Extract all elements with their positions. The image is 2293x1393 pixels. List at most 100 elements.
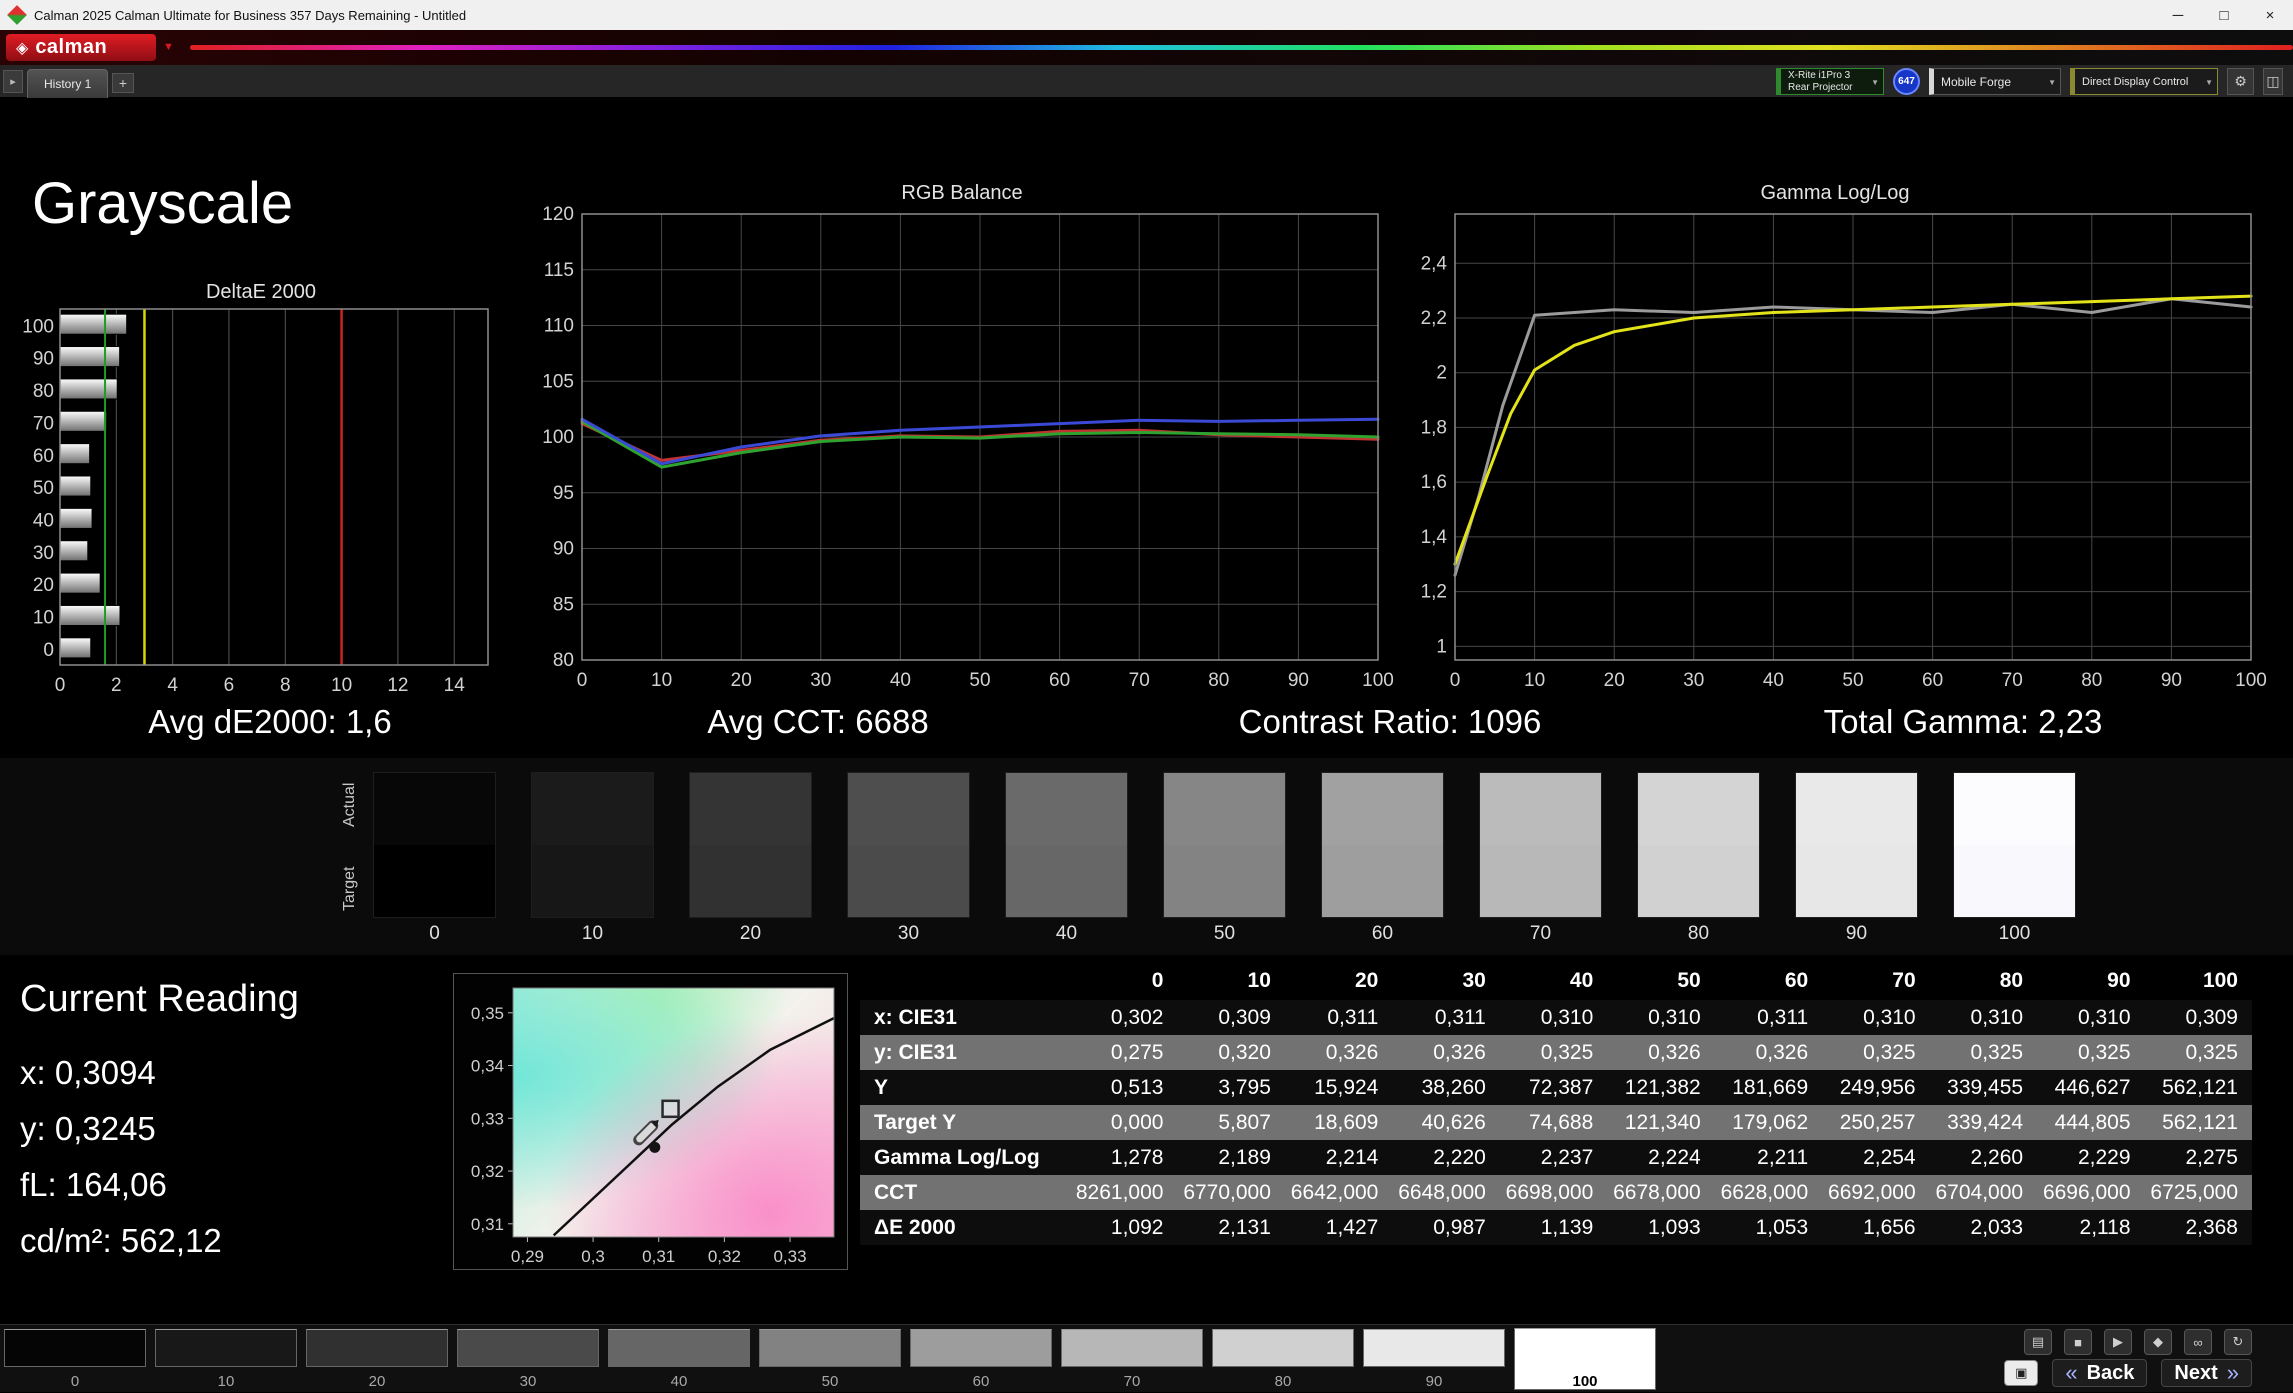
table-cell: 74,688	[1500, 1105, 1607, 1140]
reading-cd: cd/m²: 562,12	[20, 1213, 299, 1269]
svg-text:30: 30	[810, 670, 831, 691]
source-select[interactable]: Mobile Forge ▼	[1929, 68, 2061, 95]
current-reading-panel: Current Reading x: 0,3094 y: 0,3245 fL: …	[20, 978, 299, 1269]
level-patch-10[interactable]: 10	[155, 1325, 297, 1393]
table-cell: 0,326	[1607, 1035, 1714, 1070]
svg-text:50: 50	[33, 478, 54, 499]
svg-text:70: 70	[1129, 670, 1150, 691]
patch-label: 60	[910, 1373, 1052, 1390]
table-cell: 0,326	[1285, 1035, 1392, 1070]
table-row: CCT8261,0006770,0006642,0006648,0006698,…	[860, 1175, 2252, 1210]
logo-menu-chevron-icon[interactable]: ▼	[163, 41, 174, 53]
table-cell: 6628,000	[1715, 1175, 1822, 1210]
svg-text:1,8: 1,8	[1421, 417, 1447, 438]
measure-button[interactable]: ◆	[2144, 1329, 2172, 1355]
panel-toggle-button[interactable]: ◫	[2263, 68, 2283, 95]
level-patch-50[interactable]: 50	[759, 1325, 901, 1393]
minimize-button[interactable]: ─	[2155, 0, 2201, 30]
display-control-select[interactable]: Direct Display Control ▼	[2070, 68, 2218, 95]
maximize-button[interactable]: □	[2201, 0, 2247, 30]
settings-gear-button[interactable]: ⚙	[2227, 68, 2254, 95]
level-patch-70[interactable]: 70	[1061, 1325, 1203, 1393]
table-col-header: 50	[1607, 962, 1714, 1000]
swatch-label: 60	[1322, 923, 1443, 945]
next-button[interactable]: Next »	[2161, 1359, 2252, 1387]
svg-text:1,6: 1,6	[1421, 472, 1447, 493]
history-pane-toggle-button[interactable]: ▸	[3, 70, 23, 93]
table-cell: 15,924	[1285, 1070, 1392, 1105]
patch-label: 80	[1212, 1373, 1354, 1390]
grayscale-swatch-20: 20	[689, 772, 812, 918]
nav-controls: ▣ « Back Next »	[2004, 1359, 2252, 1387]
table-row-label: Target Y	[860, 1105, 1070, 1140]
level-patch-80[interactable]: 80	[1212, 1325, 1354, 1393]
table-cell: 5,807	[1177, 1105, 1284, 1140]
svg-text:80: 80	[33, 381, 54, 402]
level-patch-0[interactable]: 0	[4, 1325, 146, 1393]
swatch-label: 90	[1796, 923, 1917, 945]
patch-label: 70	[1061, 1373, 1203, 1390]
window-title: Calman 2025 Calman Ultimate for Business…	[34, 8, 466, 23]
pattern-window-button[interactable]: ▣	[2004, 1360, 2038, 1386]
table-row-label: x: CIE31	[860, 1000, 1070, 1035]
table-corner-cell	[860, 962, 1070, 1000]
level-patch-30[interactable]: 30	[457, 1325, 599, 1393]
svg-text:120: 120	[542, 204, 574, 225]
level-patch-40[interactable]: 40	[608, 1325, 750, 1393]
deltae-chart-panel: DeltaE 2000 0246810121410090807060504030…	[20, 281, 502, 701]
play-button[interactable]: ▶	[2104, 1329, 2132, 1355]
next-icon: »	[2227, 1360, 2239, 1386]
svg-text:40: 40	[33, 510, 54, 531]
display-button[interactable]: ▤	[2024, 1329, 2052, 1355]
level-patch-100[interactable]: 100	[1514, 1325, 1656, 1393]
refresh-button[interactable]: ↻	[2224, 1329, 2252, 1355]
svg-text:90: 90	[2161, 670, 2182, 691]
meter-select[interactable]: X-Rite i1Pro 3 Rear Projector ▼	[1776, 68, 1884, 95]
back-button[interactable]: « Back	[2052, 1359, 2147, 1387]
continuous-measure-button[interactable]: ∞	[2184, 1329, 2212, 1355]
patch-color	[155, 1329, 297, 1367]
stop-button[interactable]: ■	[2064, 1329, 2092, 1355]
swatch-target-half	[1480, 845, 1601, 917]
table-col-header: 60	[1715, 962, 1822, 1000]
rgb-balance-chart-panel: RGB Balance 0102030405060708090100808590…	[530, 182, 1394, 696]
meter-count-badge[interactable]: 647	[1893, 68, 1920, 95]
svg-text:10: 10	[651, 670, 672, 691]
table-cell: 6642,000	[1285, 1175, 1392, 1210]
patch-label: 90	[1363, 1373, 1505, 1390]
swatch-target-half	[374, 845, 495, 917]
level-patch-90[interactable]: 90	[1363, 1325, 1505, 1393]
table-cell: 0,302	[1070, 1000, 1177, 1035]
tab-history-1[interactable]: History 1	[27, 69, 108, 98]
calman-logo[interactable]: ◈ calman	[6, 34, 156, 61]
page-title: Grayscale	[32, 170, 293, 237]
table-cell: 0,325	[1822, 1035, 1929, 1070]
level-patch-20[interactable]: 20	[306, 1325, 448, 1393]
svg-text:100: 100	[542, 427, 574, 448]
table-cell: 0,275	[1070, 1035, 1177, 1070]
svg-text:4: 4	[167, 675, 178, 696]
toolbar: ▸ History 1 + X-Rite i1Pro 3 Rear Projec…	[0, 65, 2293, 98]
swatch-target-half	[690, 845, 811, 917]
svg-text:85: 85	[553, 594, 574, 615]
svg-text:70: 70	[33, 413, 54, 434]
patch-label: 50	[759, 1373, 901, 1390]
gamma-chart-title: Gamma Log/Log	[1403, 182, 2267, 204]
grayscale-swatch-90: 90	[1795, 772, 1918, 918]
table-row: x: CIE310,3020,3090,3110,3110,3100,3100,…	[860, 1000, 2252, 1035]
swatch-label: 80	[1638, 923, 1759, 945]
table-cell: 339,455	[1930, 1070, 2037, 1105]
table-cell: 6678,000	[1607, 1175, 1714, 1210]
add-tab-button[interactable]: +	[112, 73, 134, 93]
table-cell: 562,121	[2145, 1105, 2252, 1140]
close-button[interactable]: ×	[2247, 0, 2293, 30]
table-cell: 2,220	[1392, 1140, 1499, 1175]
table-cell: 0,311	[1715, 1000, 1822, 1035]
table-cell: 0,310	[1500, 1000, 1607, 1035]
table-cell: 339,424	[1930, 1105, 2037, 1140]
level-patch-60[interactable]: 60	[910, 1325, 1052, 1393]
swatch-label: 30	[848, 923, 969, 945]
svg-text:80: 80	[2081, 670, 2102, 691]
svg-text:10: 10	[331, 675, 352, 696]
patch-label: 0	[4, 1373, 146, 1390]
